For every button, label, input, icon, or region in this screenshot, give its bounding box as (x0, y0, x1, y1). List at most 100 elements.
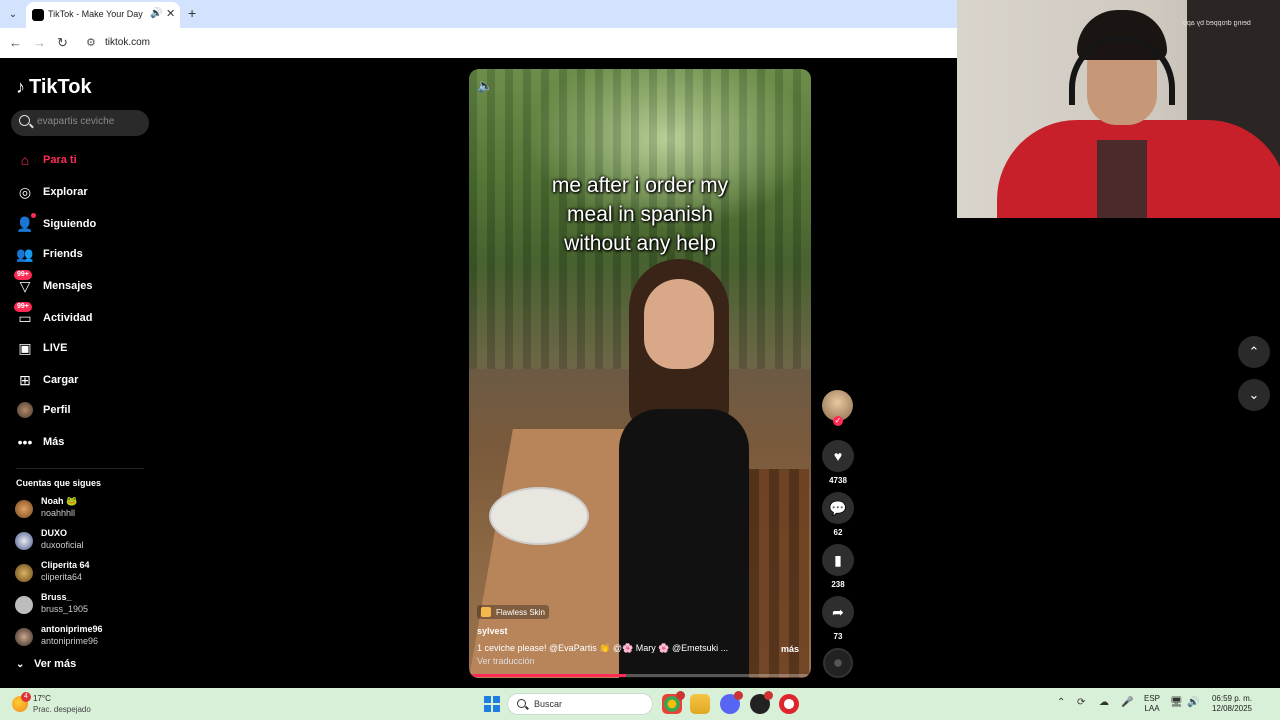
caption-line: without any help (564, 232, 716, 255)
messages-icon: ▽ 99+ (14, 270, 34, 295)
new-tab-button[interactable]: + (188, 5, 196, 21)
activity-badge: 99+ (14, 302, 32, 312)
see-more-button[interactable]: ⌄ Ver más (16, 658, 76, 670)
omnibox[interactable]: ⚙ tiktok.com (80, 32, 950, 54)
save-button[interactable]: ▮ (822, 544, 854, 576)
weather-desc: Prac. despejado (33, 705, 91, 714)
reload-button[interactable]: ↻ (57, 35, 68, 51)
search-icon (517, 699, 526, 708)
discord-icon[interactable] (720, 691, 743, 714)
account-handle: cliperita64 (41, 572, 83, 582)
app-icon[interactable] (750, 691, 773, 714)
share-button[interactable]: ➦ (822, 596, 854, 628)
profile-avatar (16, 401, 34, 419)
account-item[interactable]: antoniprime96 antoniprime96 (15, 624, 155, 652)
effect-tag[interactable]: Flawless Skin (477, 605, 549, 619)
caption-line: meal in spanish (567, 203, 713, 226)
comment-button[interactable]: 💬 (822, 492, 854, 524)
previous-video-button[interactable]: ⌃ (1238, 336, 1270, 368)
nav-explorar[interactable]: ◎ Explorar (16, 182, 88, 202)
close-tab-icon[interactable]: ✕ (166, 7, 175, 20)
network-icon[interactable]: 🖥 (1170, 697, 1183, 708)
volume-icon[interactable]: 🔊 (1187, 697, 1199, 708)
nav-label: Cargar (43, 374, 79, 386)
following-icon: 👤 (16, 213, 36, 233)
compass-icon: ◎ (18, 183, 32, 200)
site-settings-icon[interactable]: ⚙ (86, 36, 96, 49)
account-item[interactable]: DUXO duxooficial (15, 528, 155, 556)
like-button[interactable]: ♥ (822, 440, 854, 472)
share-icon: ➦ (832, 603, 844, 620)
nav-cargar[interactable]: ⊞ Cargar (16, 370, 78, 390)
avatar (15, 500, 33, 518)
windows-start-icon[interactable] (484, 696, 500, 712)
account-item[interactable]: Bruss_ bruss_1905 (15, 592, 155, 620)
heart-icon: ♥ (833, 448, 843, 464)
nav-mas[interactable]: ••• Más (16, 432, 65, 452)
nav-para-ti[interactable]: ⌂ Para ti (16, 150, 77, 170)
search-input[interactable] (37, 116, 143, 127)
account-item[interactable]: Cliperita 64 cliperita64 (15, 560, 155, 588)
app-badge (734, 691, 743, 700)
file-explorer-icon[interactable] (690, 694, 710, 714)
chevron-up-icon[interactable]: ⌃ (1057, 697, 1065, 708)
microphone-icon[interactable]: 🎤 (1121, 697, 1133, 708)
video-caption-overlay: me after i order my meal in spanish with… (469, 171, 811, 258)
opera-icon[interactable] (779, 694, 799, 714)
tiktok-note-icon: ♪ (16, 77, 25, 97)
input-language[interactable]: ESP LAA (1144, 694, 1160, 714)
chevron-up-icon: ⌃ (1248, 344, 1260, 359)
cloud-icon[interactable]: ☁ (1099, 697, 1109, 708)
sidebar: ♪ TikTok ⌂ Para ti ◎ Explorar 👤 Siguiend… (0, 58, 160, 688)
nav-label: Para ti (43, 154, 77, 166)
video-person-body (619, 409, 749, 678)
next-video-button[interactable]: ⌄ (1238, 379, 1270, 411)
lang-line-2: LAA (1144, 704, 1160, 713)
video-description: 1 ceviche please! @EvaPartis 👏 @🌸 Mary 🌸… (477, 643, 729, 653)
messages-badge: 99+ (14, 270, 32, 280)
tiktok-favicon (32, 9, 44, 21)
nav-siguiendo[interactable]: 👤 Siguiendo (16, 213, 96, 234)
see-translation-link[interactable]: Ver traducción (477, 656, 535, 666)
video-progress-bar[interactable] (469, 674, 811, 677)
speaker-icon[interactable]: 🔊 (150, 8, 162, 19)
save-count: 238 (831, 580, 845, 589)
chrome-icon[interactable] (662, 691, 685, 714)
nav-friends[interactable]: 👥 Friends (16, 244, 82, 264)
nav-label: Más (43, 436, 65, 448)
weather-widget[interactable]: 4 17°C Prac. despejado (12, 692, 112, 718)
nav-mensajes[interactable]: ▽ 99+ Mensajes (14, 270, 93, 296)
avatar (15, 564, 33, 582)
sync-icon[interactable]: ⟳ (1077, 697, 1085, 708)
forward-button[interactable]: → (33, 35, 46, 50)
nav-live[interactable]: ▣ LIVE (16, 338, 67, 358)
app-badge (764, 691, 773, 700)
tiktok-logo[interactable]: ♪ TikTok (16, 76, 92, 99)
follow-check-icon[interactable]: ✓ (833, 416, 843, 426)
video-progress-fill (469, 674, 627, 677)
live-icon: ▣ (18, 339, 32, 356)
system-clock[interactable]: 06:59 p. m. 12/08/2025 (1206, 694, 1252, 714)
taskbar-search[interactable]: Buscar (507, 693, 653, 715)
back-button[interactable]: ← (9, 35, 22, 50)
volume-icon[interactable]: 🔈 (477, 78, 493, 94)
home-icon: ⌂ (20, 152, 30, 168)
music-disc-icon[interactable] (823, 648, 853, 678)
upload-icon: ⊞ (19, 371, 31, 388)
search-box[interactable] (11, 110, 149, 136)
nav-label: Perfil (43, 404, 71, 416)
nav-perfil[interactable]: Perfil (16, 400, 71, 420)
tab-search-button[interactable]: ⌄ (4, 5, 22, 23)
account-item[interactable]: Noah 🐸 noahhhll (15, 496, 155, 524)
account-handle: bruss_1905 (41, 604, 89, 614)
browser-tab[interactable]: TikTok - Make Your Day 🔊 ✕ (26, 2, 180, 28)
nav-actividad[interactable]: ▭ 99+ Actividad (14, 302, 93, 328)
notification-dot (31, 213, 36, 218)
description-more-button[interactable]: más (781, 644, 799, 654)
url-text[interactable]: tiktok.com (105, 37, 150, 48)
video-player[interactable]: 🔈 me after i order my meal in spanish wi… (469, 69, 811, 678)
comment-icon: 💬 (829, 499, 847, 516)
video-author[interactable]: sylvest (477, 626, 508, 636)
account-name: Bruss_ (41, 592, 72, 602)
account-name: Cliperita 64 (41, 560, 90, 570)
